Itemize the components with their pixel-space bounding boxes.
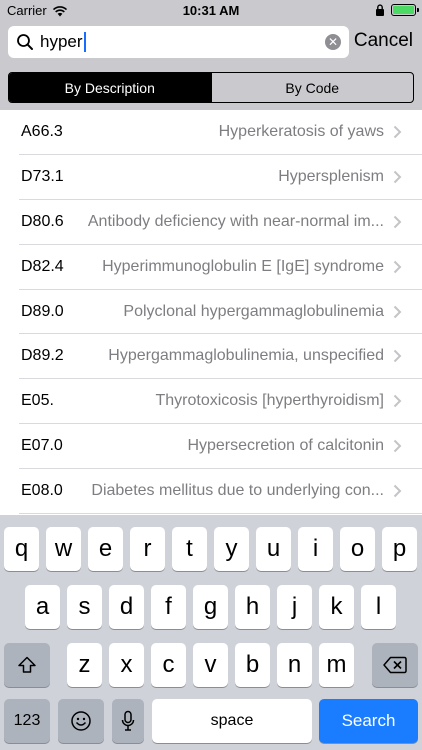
search-row: hyper ✕ Cancel xyxy=(0,26,422,60)
chevron-right-icon xyxy=(393,260,402,273)
microphone-icon xyxy=(121,710,135,731)
key-o[interactable]: o xyxy=(340,527,375,571)
key-e[interactable]: e xyxy=(88,527,123,571)
clear-search-button[interactable]: ✕ xyxy=(325,34,341,50)
key-t[interactable]: t xyxy=(172,527,207,571)
item-description: Polyclonal hypergammaglobulinemia xyxy=(123,302,384,320)
key-m[interactable]: m xyxy=(319,643,354,687)
list-item[interactable]: D89.2 Hypergammaglobulinemia, unspecifie… xyxy=(19,334,422,380)
item-description: Thyrotoxicosis [hyperthyroidism] xyxy=(155,392,384,410)
key-y[interactable]: y xyxy=(214,527,249,571)
chevron-right-icon xyxy=(393,305,402,318)
search-mode-segmented-control: By Description By Code xyxy=(8,72,414,103)
item-description: Antibody deficiency with near-normal im.… xyxy=(87,212,384,230)
list-item[interactable]: A66.3 Hyperkeratosis of yaws xyxy=(19,110,422,155)
shift-icon xyxy=(18,656,36,673)
search-input[interactable]: hyper ✕ xyxy=(8,26,349,58)
dictation-key[interactable] xyxy=(112,699,144,743)
emoji-icon xyxy=(71,711,91,731)
list-item[interactable]: D82.4 Hyperimmunoglobulin E [IgE] syndro… xyxy=(19,245,422,290)
key-j[interactable]: j xyxy=(277,585,312,629)
list-item[interactable]: D89.0 Polyclonal hypergammaglobulinemia xyxy=(19,290,422,335)
item-code: A66.3 xyxy=(21,122,63,140)
battery-icon xyxy=(391,4,419,16)
chevron-right-icon xyxy=(393,350,402,363)
numbers-key[interactable]: 123 xyxy=(4,699,50,743)
key-n[interactable]: n xyxy=(277,643,312,687)
item-code: E07.0 xyxy=(21,437,63,455)
shift-key[interactable] xyxy=(4,643,50,687)
chevron-right-icon xyxy=(393,170,402,184)
key-r[interactable]: r xyxy=(130,527,165,571)
key-h[interactable]: h xyxy=(235,585,270,629)
clear-icon: ✕ xyxy=(327,35,339,49)
key-z[interactable]: z xyxy=(67,643,102,687)
text-caret xyxy=(83,32,86,52)
results-list: A66.3 Hyperkeratosis of yaws D73.1 Hyper… xyxy=(0,110,422,515)
search-key[interactable]: Search xyxy=(319,699,418,743)
key-q[interactable]: q xyxy=(4,527,39,571)
item-description: Hyperkeratosis of yaws xyxy=(218,122,384,140)
segment-by-description[interactable]: By Description xyxy=(9,73,211,102)
key-p[interactable]: p xyxy=(382,527,417,571)
key-w[interactable]: w xyxy=(46,527,81,571)
list-item[interactable]: E08.0 Diabetes mellitus due to underlyin… xyxy=(19,469,422,515)
segment-by-code[interactable]: By Code xyxy=(210,73,414,102)
item-description: Hypersplenism xyxy=(278,167,384,185)
key-k[interactable]: k xyxy=(319,585,354,629)
chevron-right-icon xyxy=(393,395,402,408)
battery-indicator xyxy=(375,4,419,16)
item-description: Hypersecretion of calcitonin xyxy=(187,437,384,455)
emoji-key[interactable] xyxy=(58,699,104,743)
on-screen-keyboard: q w e r t y u i o p a s d f g h j k l z … xyxy=(0,515,422,750)
key-b[interactable]: b xyxy=(235,643,270,687)
key-f[interactable]: f xyxy=(151,585,186,629)
top-bar: Carrier 10:31 AM hyper ✕ Cancel By Descr… xyxy=(0,0,422,110)
chevron-right-icon xyxy=(393,440,402,453)
item-description: Hyperimmunoglobulin E [IgE] syndrome xyxy=(102,257,384,275)
rotation-lock-icon xyxy=(376,4,384,16)
list-item[interactable]: D73.1 Hypersplenism xyxy=(19,155,422,200)
key-l[interactable]: l xyxy=(361,585,396,629)
chevron-right-icon xyxy=(393,125,402,139)
delete-key[interactable] xyxy=(372,643,418,687)
item-code: D80.6 xyxy=(21,212,64,230)
key-a[interactable]: a xyxy=(25,585,60,629)
key-x[interactable]: x xyxy=(109,643,144,687)
cancel-button[interactable]: Cancel xyxy=(354,30,413,52)
key-v[interactable]: v xyxy=(193,643,228,687)
key-g[interactable]: g xyxy=(193,585,228,629)
battery-fill xyxy=(393,6,414,14)
status-time: 10:31 AM xyxy=(182,3,240,18)
search-icon xyxy=(17,34,33,50)
status-bar: Carrier 10:31 AM xyxy=(0,0,422,22)
item-description: Hypergammaglobulinemia, unspecified xyxy=(108,347,384,365)
key-i[interactable]: i xyxy=(298,527,333,571)
chevron-right-icon xyxy=(393,484,402,498)
item-code: E08.0 xyxy=(21,482,63,500)
backspace-icon xyxy=(383,656,407,674)
item-code: E05. xyxy=(21,392,54,410)
item-code: D89.0 xyxy=(21,302,64,320)
key-s[interactable]: s xyxy=(67,585,102,629)
item-code: D73.1 xyxy=(21,167,64,185)
list-item[interactable]: E05. Thyrotoxicosis [hyperthyroidism] xyxy=(19,379,422,425)
item-code: D82.4 xyxy=(21,257,64,275)
key-c[interactable]: c xyxy=(151,643,186,687)
list-item[interactable]: E07.0 Hypersecretion of calcitonin xyxy=(19,424,422,470)
key-d[interactable]: d xyxy=(109,585,144,629)
chevron-right-icon xyxy=(393,215,402,228)
search-query: hyper xyxy=(40,32,83,51)
item-code: D89.2 xyxy=(21,347,64,365)
space-key[interactable]: space xyxy=(152,699,312,743)
item-description: Diabetes mellitus due to underlying con.… xyxy=(91,482,384,500)
list-item[interactable]: D80.6 Antibody deficiency with near-norm… xyxy=(19,200,422,245)
key-u[interactable]: u xyxy=(256,527,291,571)
